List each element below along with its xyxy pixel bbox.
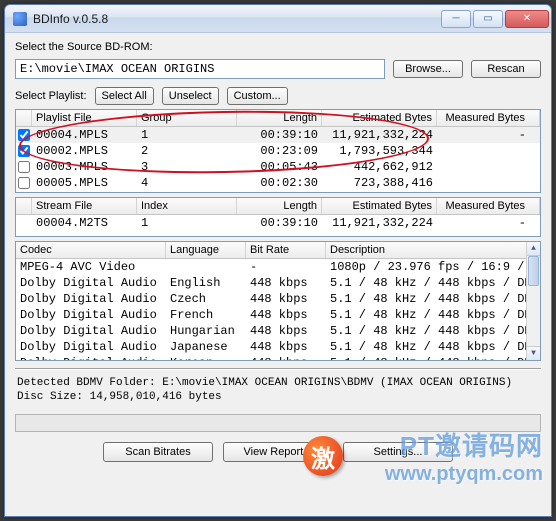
codec-header: Codec Language Bit Rate Description (16, 242, 540, 259)
unselect-button[interactable]: Unselect (162, 87, 219, 105)
codec-row[interactable]: MPEG-4 AVC Video - 1080p / 23.976 fps / … (16, 259, 540, 275)
scroll-down-icon[interactable]: ▼ (527, 346, 540, 360)
client-area: Select the Source BD-ROM: Browse... Resc… (5, 33, 551, 516)
title-bar[interactable]: BDInfo v.0.5.8 ─ ▭ ✕ (5, 5, 551, 33)
col-header-est[interactable]: Estimated Bytes (322, 110, 437, 126)
codec-row[interactable]: Dolby Digital Audio French 448 kbps 5.1 … (16, 307, 540, 323)
playlist-check[interactable] (18, 145, 30, 157)
stream-list[interactable]: Stream File Index Length Estimated Bytes… (15, 197, 541, 237)
playlist-label: Select Playlist: (15, 90, 87, 102)
col-header-desc[interactable]: Description (326, 242, 540, 258)
codec-row[interactable]: Dolby Digital Audio Hungarian 448 kbps 5… (16, 323, 540, 339)
col-header-meas[interactable]: Measured Bytes (437, 110, 540, 126)
disc-size: Disc Size: 14,958,010,416 bytes (17, 390, 539, 404)
custom-button[interactable]: Custom... (227, 87, 288, 105)
codec-row[interactable]: Dolby Digital Audio Korean 448 kbps 5.1 … (16, 355, 540, 361)
settings-button[interactable]: Settings... (343, 442, 453, 462)
playlist-check[interactable] (18, 161, 30, 173)
divider (15, 368, 541, 369)
minimize-button[interactable]: ─ (441, 10, 471, 28)
col-header-file[interactable]: Playlist File (32, 110, 137, 126)
playlist-header: Playlist File Group Length Estimated Byt… (16, 110, 540, 127)
col-header-rate[interactable]: Bit Rate (246, 242, 326, 258)
playlist-row[interactable]: 00005.MPLS 4 00:02:30 723,388,416 (16, 175, 540, 191)
col-header-index[interactable]: Index (137, 198, 237, 214)
col-header-meas[interactable]: Measured Bytes (437, 198, 540, 214)
rescan-button[interactable]: Rescan (471, 60, 541, 78)
detected-folder: Detected BDMV Folder: E:\movie\IMAX OCEA… (17, 376, 539, 390)
col-header-codec[interactable]: Codec (16, 242, 166, 258)
close-button[interactable]: ✕ (505, 10, 549, 28)
scroll-thumb[interactable] (528, 256, 539, 286)
browse-button[interactable]: Browse... (393, 60, 463, 78)
stream-header: Stream File Index Length Estimated Bytes… (16, 198, 540, 215)
watermark-line2: www.ptyqm.com (385, 463, 543, 486)
app-window: BDInfo v.0.5.8 ─ ▭ ✕ Select the Source B… (4, 4, 552, 517)
col-header-file[interactable]: Stream File (32, 198, 137, 214)
app-icon (13, 12, 27, 26)
progress-bar (15, 414, 541, 432)
scan-bitrates-button[interactable]: Scan Bitrates (103, 442, 213, 462)
playlist-row[interactable]: 00002.MPLS 2 00:23:09 1,793,593,344 (16, 143, 540, 159)
window-title: BDInfo v.0.5.8 (33, 12, 441, 26)
playlist-check[interactable] (18, 129, 30, 141)
playlist-check[interactable] (18, 177, 30, 189)
col-header-length[interactable]: Length (237, 198, 322, 214)
col-header-est[interactable]: Estimated Bytes (322, 198, 437, 214)
codec-row[interactable]: Dolby Digital Audio English 448 kbps 5.1… (16, 275, 540, 291)
col-header-group[interactable]: Group (137, 110, 237, 126)
codec-scrollbar[interactable]: ▲ ▼ (526, 242, 540, 360)
codec-list[interactable]: Codec Language Bit Rate Description MPEG… (15, 241, 541, 361)
codec-row[interactable]: Dolby Digital Audio Czech 448 kbps 5.1 /… (16, 291, 540, 307)
stream-row[interactable]: 00004.M2TS 1 00:39:10 11,921,332,224 - (16, 215, 540, 231)
playlist-row[interactable]: 00003.MPLS 3 00:05:43 442,662,912 (16, 159, 540, 175)
scroll-up-icon[interactable]: ▲ (527, 242, 540, 256)
footer-info: Detected BDMV Folder: E:\movie\IMAX OCEA… (15, 374, 541, 404)
codec-row[interactable]: Dolby Digital Audio Japanese 448 kbps 5.… (16, 339, 540, 355)
col-header-length[interactable]: Length (237, 110, 322, 126)
col-header-lang[interactable]: Language (166, 242, 246, 258)
playlist-row[interactable]: 00004.MPLS 1 00:39:10 11,921,332,224 - (16, 127, 540, 143)
playlist-list[interactable]: Playlist File Group Length Estimated Byt… (15, 109, 541, 193)
maximize-button[interactable]: ▭ (473, 10, 503, 28)
source-label: Select the Source BD-ROM: (15, 41, 541, 53)
select-all-button[interactable]: Select All (95, 87, 154, 105)
view-report-button[interactable]: View Report... (223, 442, 333, 462)
source-path-input[interactable] (15, 59, 385, 79)
